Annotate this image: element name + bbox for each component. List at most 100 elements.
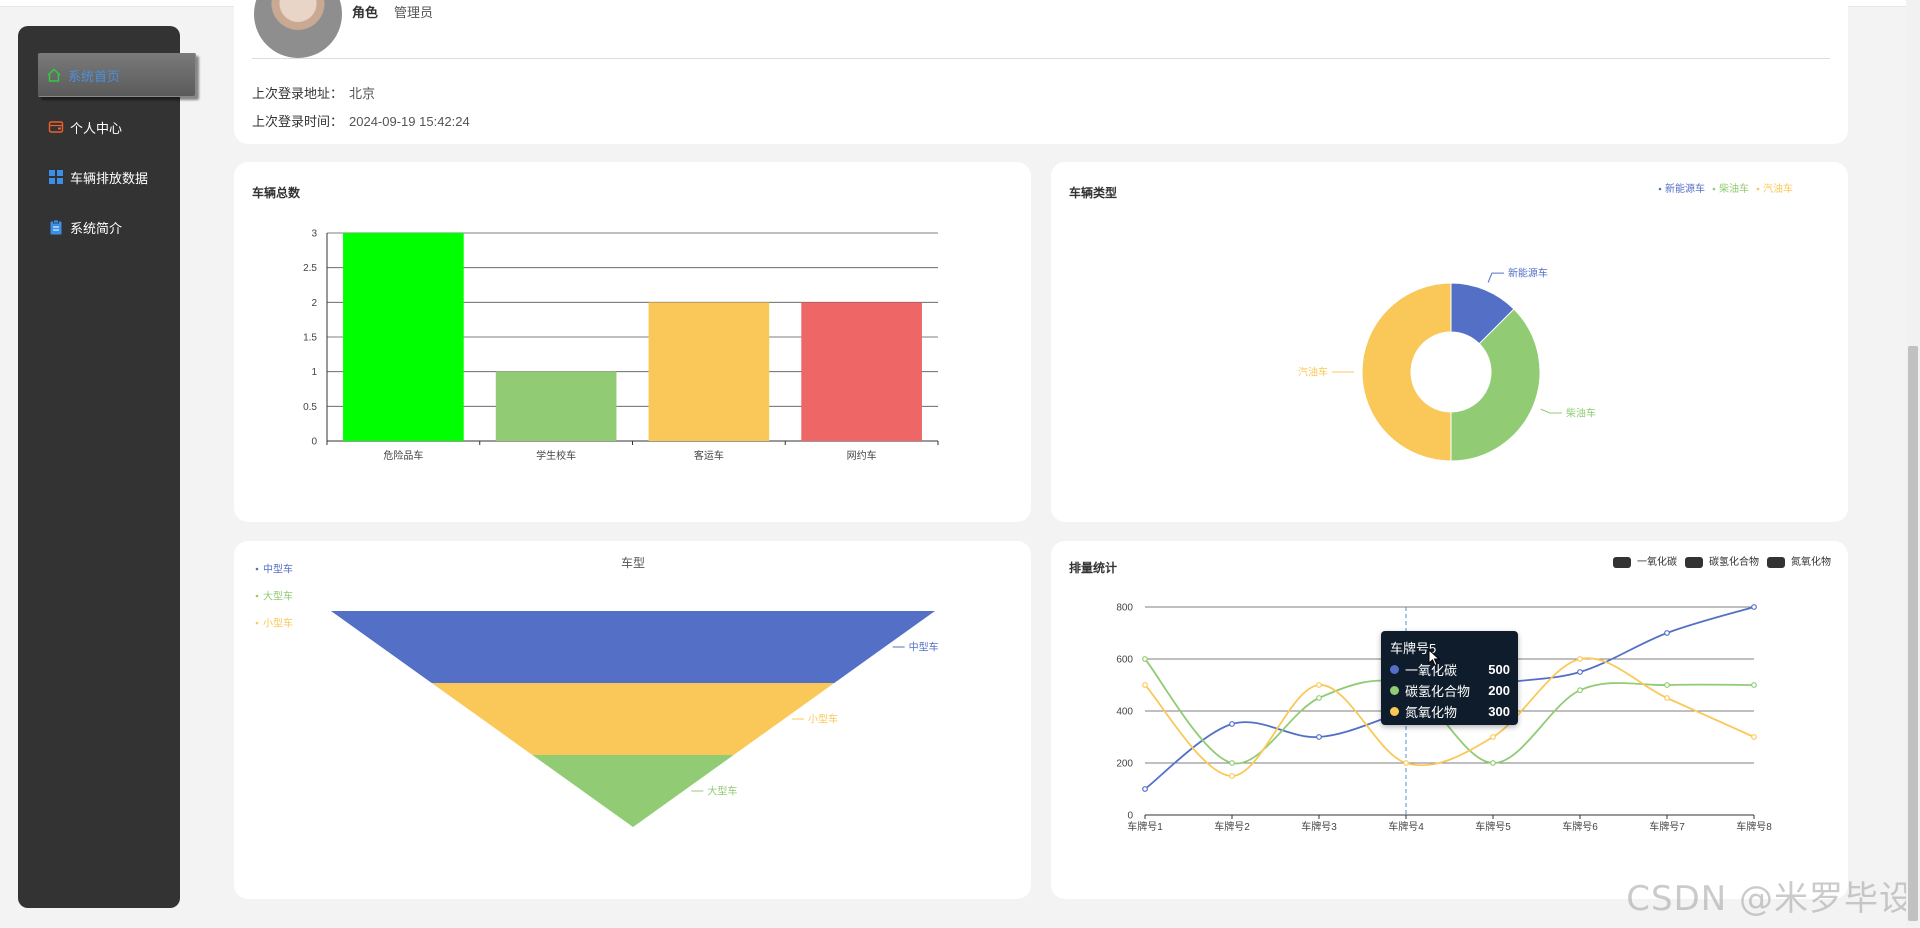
tooltip-series-value: 200 [1488, 683, 1510, 698]
x-tick-label: 客运车 [694, 449, 724, 462]
data-point [1577, 669, 1583, 675]
data-point [1142, 656, 1148, 662]
data-point [1142, 682, 1148, 688]
data-point [1751, 682, 1757, 688]
legend-item: 氮氧化物 [1791, 555, 1831, 568]
y-tick-label: 800 [1116, 603, 1133, 614]
data-point [1316, 734, 1322, 740]
stage-label: 大型车 [707, 785, 737, 798]
y-tick-label: 1.5 [303, 333, 317, 344]
label-line [1487, 272, 1504, 283]
data-point [1664, 682, 1670, 688]
legend-marker [1685, 557, 1703, 568]
avatar [254, 0, 342, 58]
legend-item: 大型车 [263, 590, 293, 603]
stage-label: 小型车 [808, 713, 838, 726]
slice-label: 新能源车 [1508, 267, 1548, 280]
legend-marker [1767, 557, 1785, 568]
sidebar-item-label: 车辆排放数据 [70, 170, 149, 186]
sidebar: 系统首页 个人中心 车辆排放数据 系统简介 [18, 26, 196, 908]
vehicle-total-card: 车辆总数 0 0.5 1 1.5 2 2.5 3 危险品车 学生校车 客运车 网约车 [234, 162, 1031, 522]
funnel-stage [431, 683, 835, 755]
tooltip-row: 一氧化碳 500 [1390, 660, 1510, 679]
bar [648, 302, 770, 441]
stage-label: 中型车 [909, 641, 939, 654]
y-tick-label: 0 [311, 437, 317, 448]
x-tick-label: 车牌号5 [1475, 820, 1511, 833]
sidebar-item-profile[interactable]: 个人中心 [40, 106, 190, 148]
data-point [1751, 734, 1757, 740]
legend-marker [255, 621, 259, 625]
tooltip-row: 碳氢化合物 200 [1390, 681, 1510, 700]
sidebar-item-intro[interactable]: 系统简介 [40, 206, 190, 248]
y-tick-label: 1 [311, 367, 317, 378]
scrollbar-thumb[interactable] [1908, 346, 1918, 921]
x-tick-label: 车牌号8 [1736, 820, 1772, 833]
bar-chart: 0 0.5 1 1.5 2 2.5 3 危险品车 学生校车 客运车 网约车 [303, 229, 939, 462]
data-point [1577, 687, 1583, 694]
legend-item: 汽油车 [1763, 182, 1793, 195]
sidebar-item-label: 系统简介 [70, 220, 123, 236]
home-icon [46, 67, 62, 83]
label-line [1540, 408, 1562, 414]
tooltip-series-value: 500 [1488, 662, 1510, 677]
data-point [1229, 760, 1235, 766]
sidebar-item-home[interactable]: 系统首页 [38, 53, 196, 97]
funnel-stage [331, 611, 935, 683]
tooltip-row: 氮氧化物 300 [1390, 702, 1510, 721]
chart-tooltip: 车牌号5 一氧化碳 500 碳氢化合物 200 氮氧化物 300 [1381, 631, 1518, 725]
x-tick-label: 车牌号4 [1388, 820, 1424, 833]
model-card: 车型 中型车 大型车 小型车 中型车 小型车 大型车 [234, 541, 1031, 899]
data-point [1664, 630, 1670, 636]
x-tick-label: 车牌号1 [1127, 820, 1163, 833]
data-point [1316, 682, 1322, 688]
funnel-stage [532, 755, 734, 827]
role-value: 管理员 [394, 5, 434, 20]
sidebar-item-label: 个人中心 [70, 120, 123, 136]
sidebar-item-emission-data[interactable]: 车辆排放数据 [40, 156, 190, 198]
funnel-chart: 车型中型车大型车小型车中型车小型车大型车 [255, 555, 939, 827]
last-login-time: 上次登录时间： 2024-09-19 15:42:24 [252, 111, 470, 130]
legend-marker [255, 567, 259, 571]
data-point [1751, 604, 1757, 610]
data-point [1490, 734, 1496, 740]
x-tick-label: 车牌号2 [1214, 820, 1250, 833]
vehicle-type-card: 车辆类型 新能源车 柴油车 汽油车 汽油车 柴油车 新能源车 [1051, 162, 1848, 522]
x-tick-label: 网约车 [847, 449, 877, 462]
series-dot [1390, 665, 1399, 674]
x-tick-label: 车牌号6 [1562, 820, 1598, 833]
chart-title: 车型 [621, 555, 645, 570]
divider [252, 58, 1830, 59]
profile-card: 角色 管理员 上次登录地址： 北京 上次登录时间： 2024-09-19 15:42… [234, 0, 1848, 144]
last-login-time-value: 2024-09-19 15:42:24 [349, 114, 470, 129]
data-point [1142, 786, 1148, 792]
x-tick-label: 危险品车 [383, 449, 423, 462]
data-point [1664, 695, 1670, 701]
legend-item: 中型车 [263, 563, 293, 576]
bar [495, 371, 617, 441]
series-dot [1390, 707, 1399, 716]
y-tick-label: 2.5 [303, 263, 317, 274]
data-point [1229, 721, 1235, 727]
mouse-cursor-icon [1428, 649, 1441, 667]
y-tick-label: 3 [311, 229, 317, 240]
series-dot [1390, 686, 1399, 695]
data-point [1403, 760, 1409, 766]
last-login-address-value: 北京 [349, 86, 376, 101]
bar [801, 302, 922, 441]
role-label: 角色 [352, 5, 379, 20]
pie-slice [1361, 282, 1452, 462]
grid-icon [48, 169, 64, 185]
legend-marker [255, 594, 259, 598]
x-tick-label: 车牌号7 [1649, 820, 1685, 833]
y-tick-label: 400 [1116, 707, 1133, 718]
y-tick-label: 0.5 [303, 402, 317, 413]
y-tick-label: 200 [1116, 759, 1133, 770]
legend-marker [1658, 187, 1662, 191]
data-point [1229, 773, 1235, 779]
legend-item: 柴油车 [1719, 182, 1749, 195]
x-tick-label: 学生校车 [536, 449, 576, 462]
scrollbar[interactable] [1906, 0, 1920, 928]
y-tick-label: 0 [1127, 811, 1133, 822]
last-login-time-label: 上次登录时间： [252, 114, 344, 129]
